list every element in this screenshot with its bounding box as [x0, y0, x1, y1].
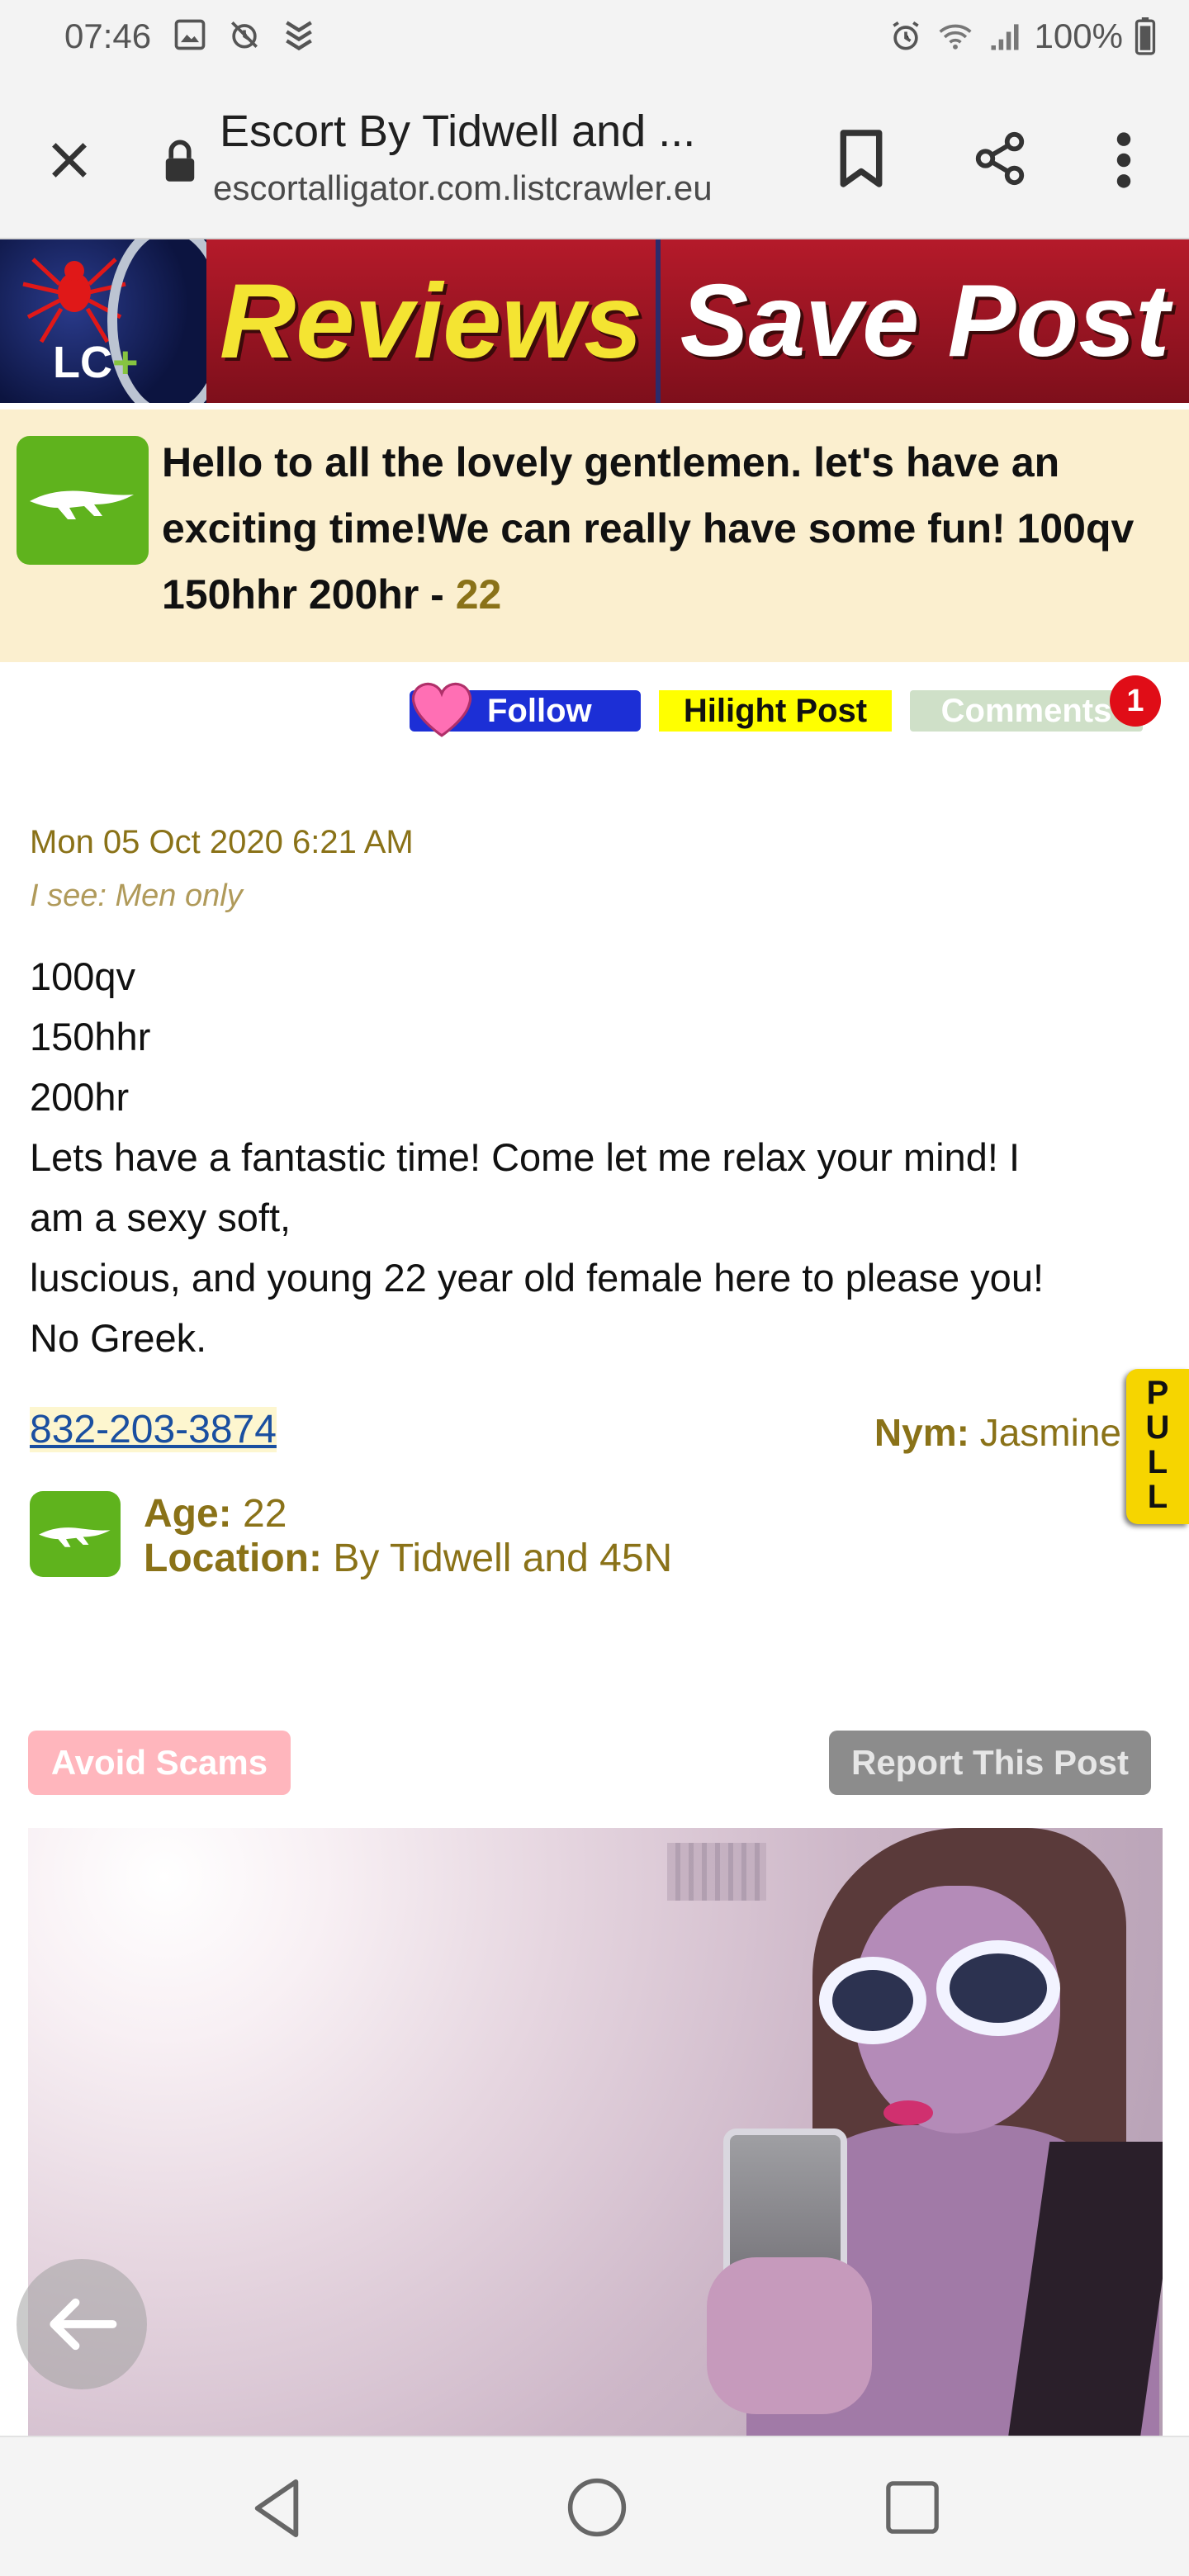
- close-icon[interactable]: [43, 134, 96, 187]
- alligator-icon: [30, 490, 134, 519]
- comments-count-badge: 1: [1110, 675, 1161, 727]
- alarm-off-icon: [231, 21, 258, 49]
- post-headline: Hello to all the lovely gentlemen. let's…: [162, 439, 1135, 618]
- lc-logo[interactable]: LC+: [0, 239, 206, 403]
- chevron-stack-icon: [286, 21, 312, 51]
- system-nav-bar: [0, 2436, 1189, 2576]
- heart-icon: [411, 682, 472, 737]
- status-icons-left: [172, 17, 317, 53]
- nym-value: Jasmine: [979, 1411, 1121, 1454]
- back-arrow-button[interactable]: [17, 2259, 147, 2389]
- logo-text: LC+: [53, 338, 139, 387]
- wifi-icon: [939, 24, 972, 50]
- alligator-logo: [17, 436, 149, 565]
- post-actions: Follow Hilight Post Comments 1: [0, 675, 1189, 740]
- age-detail: Age: 22: [144, 1492, 287, 1536]
- body-line: No Greek.: [30, 1316, 207, 1360]
- bookmark-icon[interactable]: [836, 127, 887, 190]
- body-line: 200hr: [30, 1075, 130, 1119]
- photo-lips: [883, 2100, 933, 2125]
- headline-age: 22: [455, 571, 502, 618]
- lock-icon[interactable]: [162, 139, 198, 185]
- avoid-scams-button[interactable]: Avoid Scams: [28, 1731, 291, 1795]
- body-line: 100qv: [30, 954, 136, 998]
- save-post-button[interactable]: Save Post: [661, 239, 1189, 403]
- phone-link[interactable]: 832-203-3874: [30, 1407, 277, 1452]
- seeking-text: I see: Men only: [30, 878, 243, 913]
- arrow-left-icon: [50, 2298, 117, 2351]
- page-title[interactable]: Escort By Tidwell and ...: [220, 106, 765, 157]
- body-line: am a sexy soft,: [30, 1196, 291, 1239]
- alligator-icon: [39, 1527, 111, 1547]
- alarm-icon: [892, 21, 919, 50]
- pull-label: PULL: [1145, 1375, 1170, 1515]
- nym: Nym: Jasmine: [874, 1411, 1121, 1454]
- post-body: 100qv 150hhr 200hr Lets have a fantastic…: [30, 946, 1161, 1368]
- status-bar: 07:46 100%: [0, 0, 1189, 76]
- more-vert-icon[interactable]: [1111, 129, 1136, 192]
- body-line: 150hhr: [30, 1015, 151, 1058]
- battery-text: 100%: [1034, 17, 1123, 55]
- signal-icon: [991, 24, 1019, 50]
- photo-hand: [707, 2257, 872, 2414]
- report-post-button[interactable]: Report This Post: [829, 1731, 1151, 1795]
- reviews-button[interactable]: Reviews: [206, 239, 661, 403]
- body-line: luscious, and young 22 year old female h…: [30, 1256, 1045, 1300]
- gallery-icon: [174, 19, 206, 50]
- post-header: Hello to all the lovely gentlemen. let's…: [0, 410, 1189, 662]
- body-line: Lets have a fantastic time! Come let me …: [30, 1135, 1021, 1179]
- site-banner: LC+ Reviews Save Post: [0, 239, 1189, 403]
- comments-button[interactable]: Comments: [910, 690, 1143, 732]
- battery-icon: [1135, 17, 1156, 55]
- photo-vent: [667, 1843, 766, 1901]
- url-text[interactable]: escortalligator.com.listcrawler.eu: [213, 168, 775, 208]
- browser-toolbar: Escort By Tidwell and ... escortalligato…: [0, 76, 1189, 239]
- share-icon[interactable]: [971, 129, 1029, 188]
- post-photo[interactable]: [28, 1828, 1163, 2436]
- photo-glasses-left: [819, 1957, 926, 2044]
- location-detail: Location: By Tidwell and 45N: [144, 1537, 673, 1580]
- nav-recents-icon[interactable]: [883, 2479, 941, 2536]
- status-icons-right: 100%: [888, 17, 1156, 56]
- status-time: 07:46: [64, 17, 152, 55]
- nav-home-icon[interactable]: [566, 2477, 628, 2538]
- hilight-post-button[interactable]: Hilight Post: [659, 690, 892, 732]
- nav-back-icon[interactable]: [248, 2477, 306, 2540]
- detail-alligator-logo: [30, 1491, 121, 1577]
- post-date: Mon 05 Oct 2020 6:21 AM: [30, 824, 414, 860]
- photo-glasses-right: [936, 1940, 1060, 2036]
- pull-tab[interactable]: PULL: [1126, 1369, 1189, 1524]
